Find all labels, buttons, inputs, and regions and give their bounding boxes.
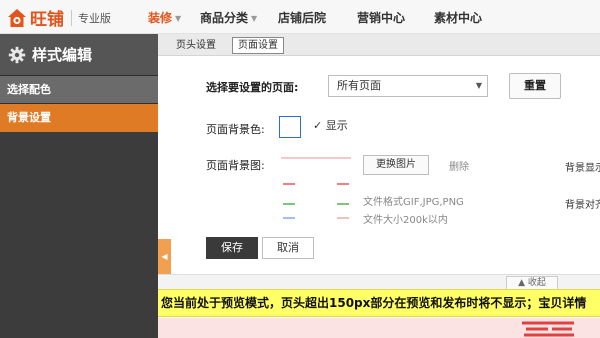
logo-text: 旺铺 (30, 10, 64, 30)
bg-color-label: 页面背景色: (206, 123, 265, 136)
arrow-left-icon: ◀ (161, 252, 168, 261)
edition-label: 专业版 (78, 11, 111, 25)
settings-tabs: 页头设置 页面设置 (158, 34, 600, 56)
show-checkbox[interactable]: ✓ 显示 (313, 117, 348, 133)
chevron-down-icon: ▼ (251, 14, 258, 23)
cancel-button[interactable]: 取消 (262, 237, 314, 259)
top-header: 旺铺 专业版 装修 ▼ 商品分类 ▼ 店铺后院 营销中心 素材中心 (0, 0, 600, 34)
logo-divider (71, 9, 72, 26)
store-preview (158, 318, 600, 338)
store-banner-fragment (522, 321, 574, 337)
nav-marketing-center[interactable]: 营销中心 (357, 9, 405, 26)
nav-marketing-center-label: 营销中心 (357, 11, 406, 25)
page-select[interactable]: 所有页面 ▼ (328, 75, 488, 97)
sidebar-collapse-handle[interactable]: ◀ (158, 239, 171, 275)
page-select-value: 所有页面 (337, 79, 381, 92)
bg-display-label: 背景显示 (565, 163, 600, 174)
file-size-hint: 文件大小200k以内 (363, 215, 448, 226)
sidebar: 样式编辑 选择配色 背景设置 (0, 34, 158, 338)
chevron-down-icon: ▼ (475, 81, 482, 90)
nav-material-center[interactable]: 素材中心 (434, 9, 482, 26)
bg-color-picker[interactable] (279, 116, 301, 138)
checkmark-icon: ✓ (313, 119, 323, 132)
file-format-hint: 文件格式GIF,JPG,PNG (363, 197, 464, 208)
house-logo-icon (8, 8, 26, 27)
gear-icon (8, 46, 26, 63)
nav-material-center-label: 素材中心 (434, 11, 483, 25)
bg-align-label: 背景对齐 (565, 200, 600, 211)
sidebar-title: 样式编辑 (32, 46, 93, 64)
nav-decorate[interactable]: 装修 ▼ (148, 9, 181, 26)
delete-image-link[interactable]: 删除 (449, 158, 469, 173)
nav-decorate-label: 装修 (148, 11, 173, 25)
bg-image-thumbnail (281, 157, 351, 226)
nav-product-category-label: 商品分类 (200, 11, 249, 25)
preview-toolbar: ▲ 收起 (158, 274, 600, 290)
tab-header-settings[interactable]: 页头设置 (170, 37, 222, 54)
nav-store-backyard[interactable]: 店铺后院 (278, 9, 326, 26)
sidebar-item-background-settings[interactable]: 背景设置 (0, 104, 158, 132)
sidebar-header: 样式编辑 (0, 34, 158, 76)
nav-product-category[interactable]: 商品分类 ▼ (200, 9, 257, 26)
logo[interactable]: 旺铺 专业版 (6, 5, 111, 30)
collapse-panel-button[interactable]: ▲ 收起 (506, 276, 558, 290)
change-image-button[interactable]: 更换图片 (363, 155, 429, 175)
settings-panel: 选择要设置的页面: 所有页面 ▼ 重置 页面背景色: ✓ 显示 页面背景图: 更… (158, 56, 600, 274)
save-button[interactable]: 保存 (206, 237, 258, 259)
reset-button[interactable]: 重置 (509, 73, 561, 99)
bg-image-label: 页面背景图: (206, 159, 265, 172)
page-select-label: 选择要设置的页面: (206, 81, 299, 94)
preview-mode-notice: 您当前处于预览模式，页头超出150px部分在预览和发布时将不显示；宝贝详情 (158, 289, 600, 317)
show-checkbox-label: 显示 (325, 119, 348, 132)
chevron-down-icon: ▼ (175, 14, 182, 23)
sidebar-item-choose-color[interactable]: 选择配色 (0, 76, 158, 104)
nav-store-backyard-label: 店铺后院 (278, 11, 327, 25)
tab-page-settings[interactable]: 页面设置 (232, 37, 284, 54)
